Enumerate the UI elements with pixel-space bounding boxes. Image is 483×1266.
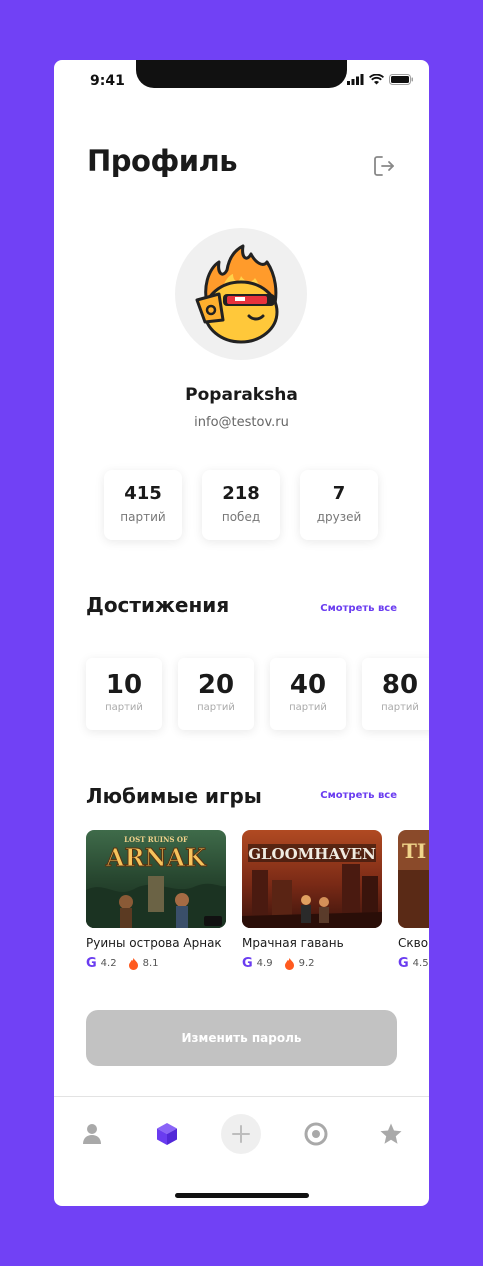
tab-favorites[interactable]	[376, 1119, 406, 1149]
logout-button[interactable]	[372, 154, 396, 178]
achievement-value: 40	[289, 670, 327, 700]
g-rating: 4.2	[100, 958, 117, 969]
achievements-see-all-link[interactable]: Смотреть все	[320, 603, 397, 614]
battery-icon	[389, 74, 413, 85]
stat-games[interactable]: 415 партий	[104, 470, 182, 540]
achievement-value: 20	[197, 670, 235, 700]
change-password-button[interactable]: Изменить пароль	[86, 1010, 397, 1066]
stat-value: 218	[222, 483, 260, 504]
stat-label: партий	[120, 510, 166, 524]
tab-games[interactable]	[152, 1119, 182, 1149]
profile-icon	[83, 1124, 101, 1144]
flame-mascot-avatar	[195, 244, 279, 344]
tab-target[interactable]	[301, 1119, 331, 1149]
username: Poparaksha	[185, 385, 298, 405]
wifi-icon	[369, 74, 384, 85]
game-ratings: G 4.2 8.1	[86, 956, 226, 971]
game-card[interactable]: LOST RUINS OF ARNAK Руины острова Арнак …	[86, 830, 226, 971]
game-ratings: G 4.5	[398, 956, 429, 971]
tab-profile[interactable]	[77, 1119, 107, 1149]
stat-label: друзей	[316, 510, 362, 524]
flame-rating: 8.1	[142, 958, 159, 969]
stat-label: побед	[221, 510, 261, 524]
cover-title: GLOOMHAVEN	[248, 845, 376, 863]
logout-icon	[374, 156, 394, 176]
game-ratings: G 4.9 9.2	[242, 956, 382, 971]
achievements-title: Достижения	[86, 593, 230, 617]
cover-title: TI	[402, 839, 426, 863]
game-name: Руины острова Арнак	[86, 936, 222, 950]
tab-add[interactable]	[221, 1114, 261, 1154]
g-rating: 4.5	[412, 958, 429, 969]
g-rating-icon: G	[86, 956, 97, 971]
status-icons	[347, 74, 413, 85]
flame-rating-icon	[284, 957, 294, 970]
game-cover: GLOOMHAVEN	[242, 830, 382, 928]
page-title: Профиль	[87, 144, 238, 178]
achievement-card[interactable]: 10 партий	[86, 658, 162, 730]
signal-icon	[347, 74, 364, 85]
g-rating: 4.9	[256, 958, 273, 969]
game-name: Скво	[398, 936, 429, 950]
achievement-card[interactable]: 80 партий	[362, 658, 429, 730]
favorites-title: Любимые игры	[86, 784, 262, 808]
favorites-see-all-link[interactable]: Смотреть все	[320, 790, 397, 801]
flame-rating: 9.2	[298, 958, 315, 969]
plus-icon	[232, 1125, 250, 1143]
cube-icon	[157, 1123, 177, 1145]
g-rating-icon: G	[398, 956, 409, 971]
achievement-label: партий	[289, 702, 327, 713]
tab-bar	[54, 1096, 429, 1206]
avatar[interactable]	[175, 228, 307, 360]
user-email: info@testov.ru	[194, 415, 289, 430]
game-cover: LOST RUINS OF ARNAK	[86, 830, 226, 928]
cover-title: ARNAK	[105, 843, 207, 872]
stat-value: 7	[332, 483, 346, 504]
stat-friends[interactable]: 7 друзей	[300, 470, 378, 540]
game-name: Мрачная гавань	[242, 936, 344, 950]
achievement-label: партий	[381, 702, 419, 713]
stat-value: 415	[124, 483, 162, 504]
achievement-card[interactable]: 20 партий	[178, 658, 254, 730]
g-rating-icon: G	[242, 956, 253, 971]
flame-rating-icon	[128, 957, 138, 970]
achievement-label: партий	[197, 702, 235, 713]
game-card[interactable]: GLOOMHAVEN Мрачная гавань G 4.9 9.2	[242, 830, 382, 971]
notch	[136, 60, 347, 88]
target-icon	[304, 1122, 328, 1146]
achievement-value: 80	[381, 670, 419, 700]
star-icon	[380, 1123, 402, 1144]
status-time: 9:41	[90, 73, 125, 89]
home-indicator	[175, 1193, 309, 1198]
game-cover: TI	[398, 830, 429, 928]
game-card[interactable]: TI Скво G 4.5	[398, 830, 429, 971]
achievement-label: партий	[105, 702, 143, 713]
achievement-card[interactable]: 40 партий	[270, 658, 346, 730]
phone-screen: 9:41 Профиль Poparaksha info@testov.ru 4…	[54, 60, 429, 1206]
achievement-value: 10	[105, 670, 143, 700]
stat-wins[interactable]: 218 побед	[202, 470, 280, 540]
